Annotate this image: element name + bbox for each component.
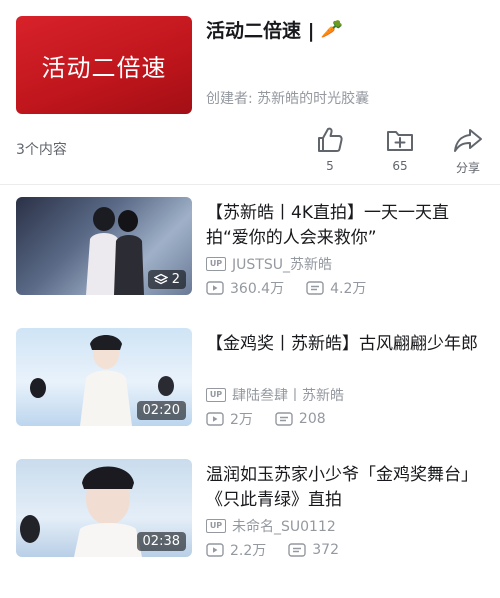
video-badge: 2 bbox=[147, 270, 186, 289]
video-thumbnail[interactable]: 02:20 bbox=[16, 328, 192, 426]
video-thumbnail[interactable]: 2 bbox=[16, 197, 192, 295]
video-thumbnail[interactable]: 02:38 bbox=[16, 459, 192, 557]
uploader-name: 未命名_SU0112 bbox=[232, 519, 336, 535]
duration-text: 02:20 bbox=[142, 403, 180, 418]
video-title[interactable]: 【金鸡奖丨苏新皓】古风翩翩少年郎 bbox=[206, 332, 486, 357]
like-count: 5 bbox=[326, 159, 334, 173]
video-stats: 2.2万 372 bbox=[206, 540, 361, 560]
view-count: 360.4万 bbox=[230, 281, 285, 297]
uploader-row[interactable]: UP JUSTSU_苏新皓 bbox=[206, 254, 332, 274]
video-duration: 02:38 bbox=[136, 532, 186, 551]
carrot-emoji: 🥕 bbox=[320, 19, 343, 40]
uploader-name: 肆陆叁肆丨苏新皓 bbox=[232, 388, 344, 404]
collection-creator[interactable]: 创建者: 苏新皓的时光胶囊 bbox=[206, 88, 369, 108]
danmaku-icon bbox=[275, 412, 293, 426]
folder-add-icon bbox=[387, 131, 413, 151]
danmaku-icon bbox=[288, 543, 306, 557]
uploader-name: JUSTSU_苏新皓 bbox=[232, 257, 332, 273]
video-title[interactable]: 温润如玉苏家小少爷「金鸡奖舞台」《只此青绿》直拍 bbox=[206, 463, 486, 513]
danmaku-icon bbox=[306, 281, 324, 295]
play-count-icon bbox=[206, 412, 224, 426]
video-stats: 2万 208 bbox=[206, 409, 348, 429]
header-divider bbox=[0, 184, 500, 185]
play-count-icon bbox=[206, 543, 224, 557]
view-count: 2.2万 bbox=[230, 543, 267, 559]
collection-item-count: 3个内容 bbox=[16, 142, 67, 158]
comment-count: 4.2万 bbox=[330, 281, 367, 297]
share-icon bbox=[454, 129, 482, 152]
collection-cover[interactable]: 活动二倍速 bbox=[16, 16, 192, 114]
share-button[interactable]: 分享 bbox=[440, 124, 496, 176]
layers-icon bbox=[153, 273, 168, 284]
share-label: 分享 bbox=[455, 161, 480, 175]
play-count-icon bbox=[206, 281, 224, 295]
collection-title-text: 活动二倍速 | bbox=[206, 20, 315, 42]
view-count: 2万 bbox=[230, 412, 253, 428]
comment-count: 208 bbox=[298, 411, 326, 427]
part-count: 2 bbox=[171, 272, 180, 287]
uploader-row[interactable]: UP 肆陆叁肆丨苏新皓 bbox=[206, 385, 344, 405]
like-button[interactable]: 5 bbox=[302, 124, 358, 173]
comment-count: 372 bbox=[312, 542, 339, 558]
video-duration: 02:20 bbox=[136, 401, 186, 420]
collection-cover-text: 活动二倍速 bbox=[41, 53, 167, 82]
favorite-count: 65 bbox=[392, 159, 408, 173]
up-icon: UP bbox=[206, 519, 226, 533]
up-icon: UP bbox=[206, 257, 226, 271]
duration-text: 02:38 bbox=[142, 534, 180, 549]
thumbs-up-icon bbox=[318, 127, 343, 152]
collection-title: 活动二倍速 | 🥕 bbox=[206, 16, 343, 43]
video-stats: 360.4万 4.2万 bbox=[206, 278, 388, 298]
video-title[interactable]: 【苏新皓丨4K直拍】一天一天直拍“爱你的人会来救你” bbox=[206, 201, 486, 251]
up-icon: UP bbox=[206, 388, 226, 402]
favorite-button[interactable]: 65 bbox=[372, 124, 428, 173]
uploader-row[interactable]: UP 未命名_SU0112 bbox=[206, 516, 336, 536]
